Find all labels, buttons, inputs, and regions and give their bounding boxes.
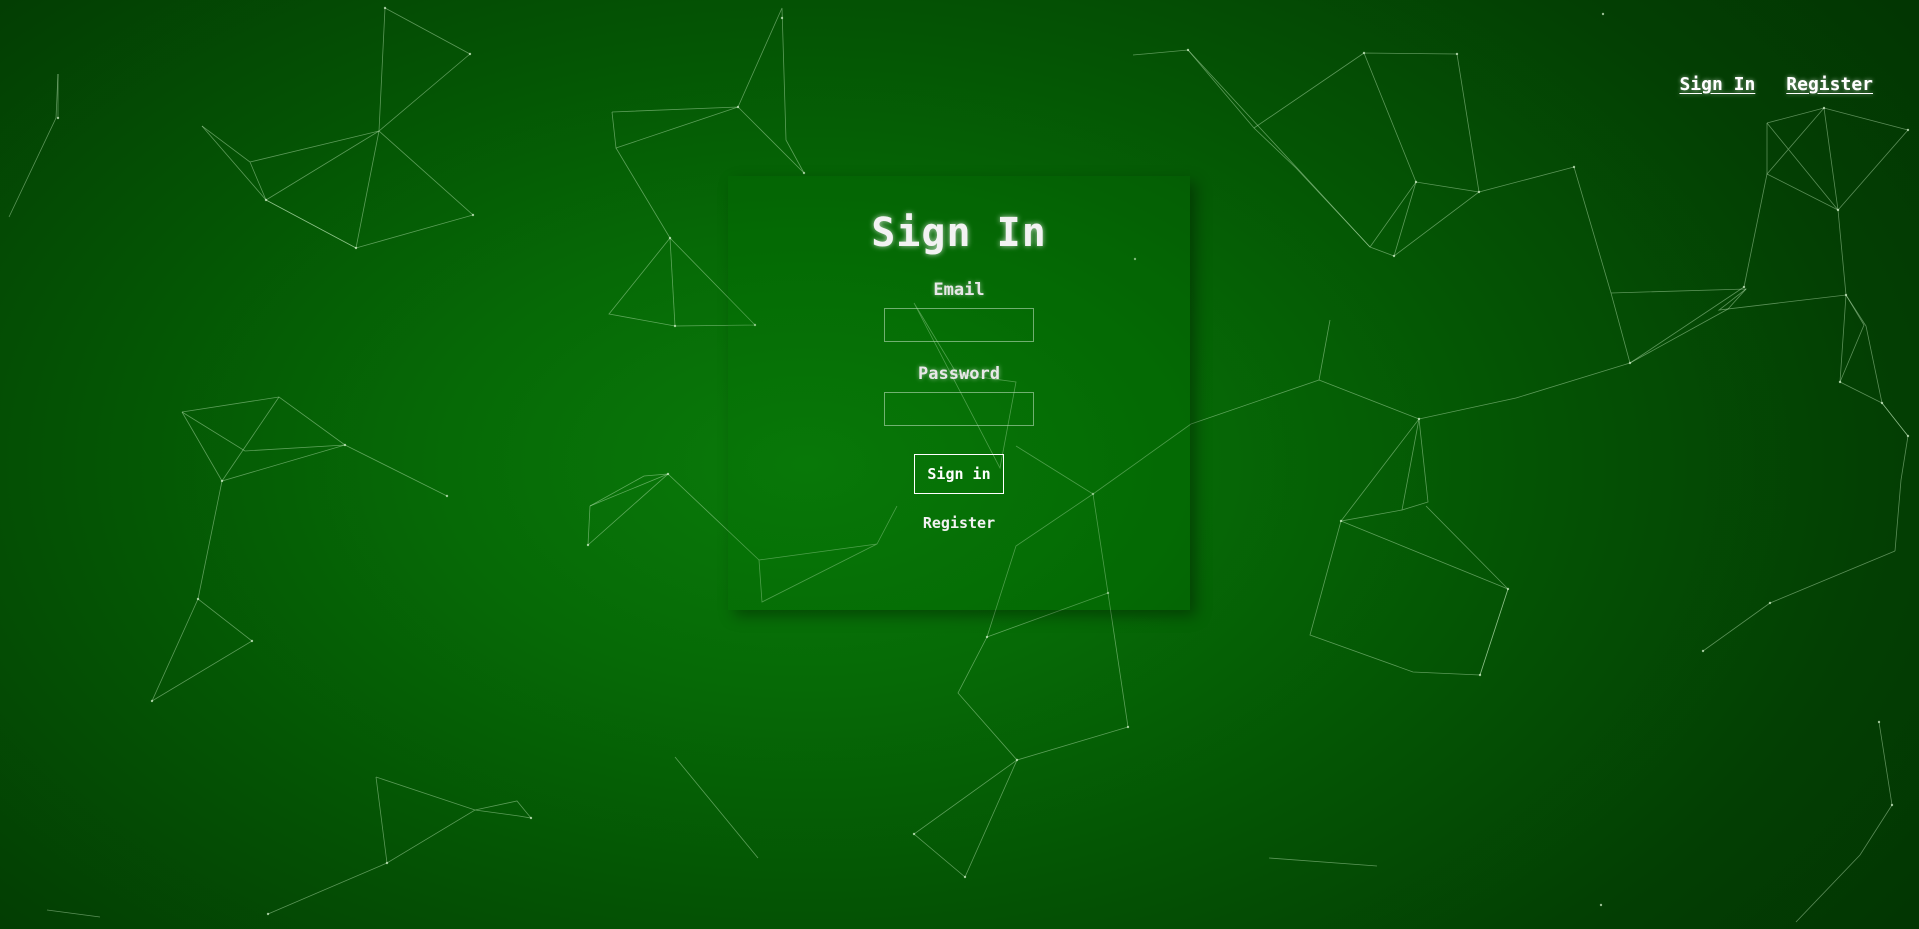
nav-sign-in-link[interactable]: Sign In (1679, 74, 1755, 95)
top-nav: Sign In Register (1679, 74, 1873, 95)
password-label: Password (918, 364, 1000, 384)
sign-in-button[interactable]: Sign in (914, 454, 1004, 494)
password-field[interactable] (884, 392, 1034, 426)
register-link[interactable]: Register (923, 514, 995, 532)
page-title: Sign In (871, 210, 1047, 256)
email-label: Email (933, 280, 984, 300)
nav-register-link[interactable]: Register (1786, 74, 1873, 95)
email-field[interactable] (884, 308, 1034, 342)
login-panel: Sign In Email Password Sign in Register (728, 176, 1190, 610)
